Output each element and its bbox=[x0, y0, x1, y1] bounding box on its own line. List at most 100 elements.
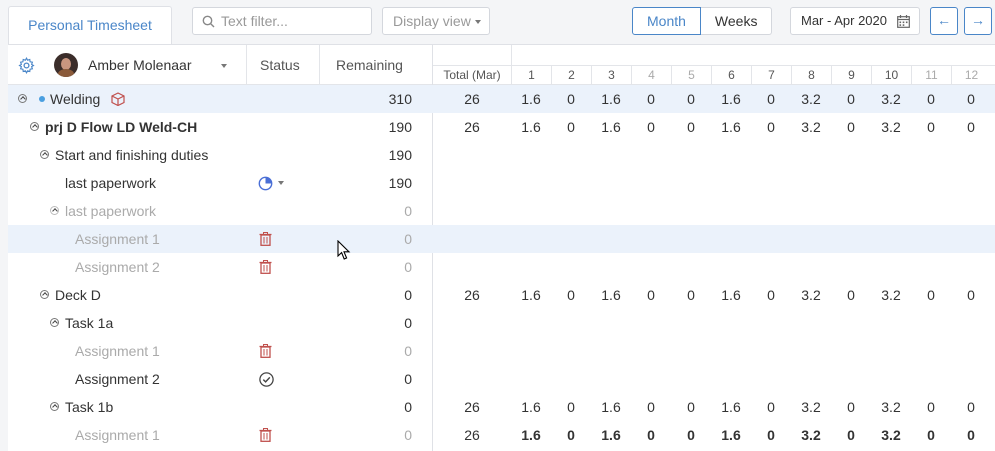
day-hours-cell[interactable]: 1.6 bbox=[591, 393, 631, 421]
table-row[interactable]: Task 1b 0 26 1.6 0 1.6 0 0 1.6 0 3.2 0 3.2 0 0 bbox=[8, 393, 995, 421]
table-row[interactable]: Assignment 10 bbox=[8, 225, 995, 253]
table-row[interactable]: prj D Flow LD Weld-CH 190 26 1.6 0 1.6 0 0 1.6 0 3… bbox=[8, 113, 995, 141]
day-hours-cell[interactable]: 0 bbox=[831, 281, 871, 309]
day-hours-cell[interactable]: 1.6 bbox=[711, 393, 751, 421]
day-hours-cell[interactable]: 3.2 bbox=[791, 393, 831, 421]
day-hours-cell[interactable]: 0 bbox=[671, 421, 711, 449]
table-row[interactable]: Assignment 10 bbox=[8, 337, 995, 365]
day-hours-cell[interactable]: 0 bbox=[911, 421, 951, 449]
day-hours-cell[interactable]: 0 bbox=[631, 281, 671, 309]
day-hours-cell[interactable]: 0 bbox=[551, 281, 591, 309]
day-hours-cell[interactable]: 0 bbox=[751, 281, 791, 309]
user-name[interactable]: Amber Molenaar bbox=[88, 57, 192, 73]
day-hours-cell[interactable]: 1.6 bbox=[511, 393, 551, 421]
day-hours-cell[interactable]: 0 bbox=[551, 85, 591, 113]
day-hours-cell[interactable]: 0 bbox=[751, 421, 791, 449]
arrow-right-icon: → bbox=[971, 12, 985, 28]
date-range-picker[interactable]: Mar - Apr 2020 bbox=[790, 7, 920, 35]
day-hours-cell[interactable]: 3.2 bbox=[791, 281, 831, 309]
search-input[interactable]: Text filter... bbox=[192, 7, 372, 35]
day-hours-cell[interactable]: 3.2 bbox=[871, 393, 911, 421]
day-header: 2 bbox=[551, 65, 591, 85]
day-hours-cell[interactable]: 3.2 bbox=[791, 421, 831, 449]
day-hours-cell[interactable]: 1.6 bbox=[711, 281, 751, 309]
day-hours-cell[interactable]: 3.2 bbox=[871, 421, 911, 449]
day-hours-cell[interactable]: 0 bbox=[951, 85, 991, 113]
day-hours-cell[interactable]: 0 bbox=[671, 281, 711, 309]
day-hours-cell[interactable]: 3.2 bbox=[791, 113, 831, 141]
next-period-button[interactable]: → bbox=[964, 7, 992, 35]
table-row[interactable]: last paperwork 190 bbox=[8, 169, 995, 197]
day-hours-cell[interactable]: 0 bbox=[831, 85, 871, 113]
day-hours-cell[interactable]: 0 bbox=[751, 393, 791, 421]
day-hours-cell[interactable]: 0 bbox=[631, 421, 671, 449]
day-hours-cell[interactable]: 3.2 bbox=[871, 113, 911, 141]
gear-icon[interactable] bbox=[18, 57, 35, 74]
table-row[interactable]: Assignment 20 bbox=[8, 253, 995, 281]
table-row[interactable]: Assignment 20 bbox=[8, 365, 995, 393]
progress-pie-icon[interactable] bbox=[258, 169, 284, 197]
day-hours-cell[interactable]: 1.6 bbox=[591, 113, 631, 141]
day-hours-cell[interactable]: 0 bbox=[831, 113, 871, 141]
day-hours-cell[interactable]: 0 bbox=[831, 393, 871, 421]
collapse-toggle-icon[interactable] bbox=[50, 402, 59, 411]
tab-personal-timesheet[interactable]: Personal Timesheet bbox=[8, 6, 172, 44]
day-hours-cell[interactable]: 1.6 bbox=[511, 113, 551, 141]
table-row[interactable]: Deck D 0 26 1.6 0 1.6 0 0 1.6 0 3.2 0 3.2 0 0 bbox=[8, 281, 995, 309]
day-hours-cell[interactable]: 1.6 bbox=[591, 421, 631, 449]
day-hours-cell[interactable]: 0 bbox=[551, 393, 591, 421]
day-hours-cell[interactable]: 0 bbox=[911, 113, 951, 141]
day-hours-cell[interactable]: 1.6 bbox=[711, 85, 751, 113]
day-hours-cell[interactable]: 0 bbox=[551, 421, 591, 449]
collapse-toggle-icon[interactable] bbox=[50, 318, 59, 327]
trash-icon[interactable] bbox=[259, 337, 272, 365]
day-hours-cell[interactable]: 0 bbox=[631, 113, 671, 141]
day-hours-cell[interactable]: 0 bbox=[751, 113, 791, 141]
month-button[interactable]: Month bbox=[632, 7, 701, 35]
trash-icon[interactable] bbox=[259, 225, 272, 253]
day-hours-cell[interactable]: 0 bbox=[831, 421, 871, 449]
day-hours-cell[interactable]: 0 bbox=[751, 85, 791, 113]
table-row[interactable]: Assignment 1 0 26 1.6 0 1.6 0 0 1.6 0 3.2 0 3.2 0 0 bbox=[8, 421, 995, 449]
day-hours-cell[interactable]: 3.2 bbox=[871, 281, 911, 309]
day-hours-cell[interactable]: 0 bbox=[951, 113, 991, 141]
day-hours-cell[interactable]: 1.6 bbox=[591, 85, 631, 113]
day-header: 6 bbox=[711, 65, 751, 85]
day-hours-cell[interactable]: 3.2 bbox=[871, 85, 911, 113]
day-hours-cell[interactable]: 0 bbox=[631, 393, 671, 421]
collapse-toggle-icon[interactable] bbox=[40, 290, 49, 299]
collapse-toggle-icon[interactable] bbox=[50, 206, 59, 215]
trash-icon[interactable] bbox=[259, 253, 272, 281]
day-hours-cell[interactable]: 0 bbox=[631, 85, 671, 113]
collapse-toggle-icon[interactable] bbox=[18, 94, 27, 103]
table-row[interactable]: Start and finishing duties 190 bbox=[8, 141, 995, 169]
table-row[interactable]: last paperwork 0 bbox=[8, 197, 995, 225]
prev-period-button[interactable]: ← bbox=[930, 7, 958, 35]
table-row[interactable]: Task 1a 0 bbox=[8, 309, 995, 337]
day-hours-cell[interactable]: 0 bbox=[671, 393, 711, 421]
day-hours-cell[interactable]: 1.6 bbox=[711, 113, 751, 141]
day-hours-cell[interactable]: 0 bbox=[671, 85, 711, 113]
collapse-toggle-icon[interactable] bbox=[30, 122, 39, 131]
day-hours-cell[interactable]: 1.6 bbox=[511, 281, 551, 309]
day-hours-cell[interactable]: 0 bbox=[911, 85, 951, 113]
display-view-dropdown[interactable]: Display view bbox=[382, 7, 490, 35]
day-hours-cell[interactable]: 3.2 bbox=[791, 85, 831, 113]
day-hours-cell[interactable]: 0 bbox=[551, 113, 591, 141]
collapse-toggle-icon[interactable] bbox=[40, 150, 49, 159]
weeks-button[interactable]: Weeks bbox=[700, 7, 773, 35]
day-hours-cell[interactable]: 0 bbox=[951, 421, 991, 449]
day-hours-cell[interactable]: 0 bbox=[671, 113, 711, 141]
trash-icon[interactable] bbox=[259, 421, 272, 449]
day-hours-cell[interactable]: 0 bbox=[911, 393, 951, 421]
check-circle-icon[interactable] bbox=[259, 365, 274, 393]
day-hours-cell[interactable]: 1.6 bbox=[511, 85, 551, 113]
day-hours-cell[interactable]: 1.6 bbox=[711, 421, 751, 449]
user-dropdown-chevron-icon[interactable] bbox=[221, 64, 227, 68]
day-hours-cell[interactable]: 0 bbox=[951, 393, 991, 421]
day-hours-cell[interactable]: 0 bbox=[911, 281, 951, 309]
day-hours-cell[interactable]: 1.6 bbox=[591, 281, 631, 309]
day-hours-cell[interactable]: 0 bbox=[951, 281, 991, 309]
table-row[interactable]: Welding 310 26 1.6 0 1.6 0 0 1.6 0 3.2 0 3.2 0 0 bbox=[8, 85, 995, 113]
day-hours-cell[interactable]: 1.6 bbox=[511, 421, 551, 449]
